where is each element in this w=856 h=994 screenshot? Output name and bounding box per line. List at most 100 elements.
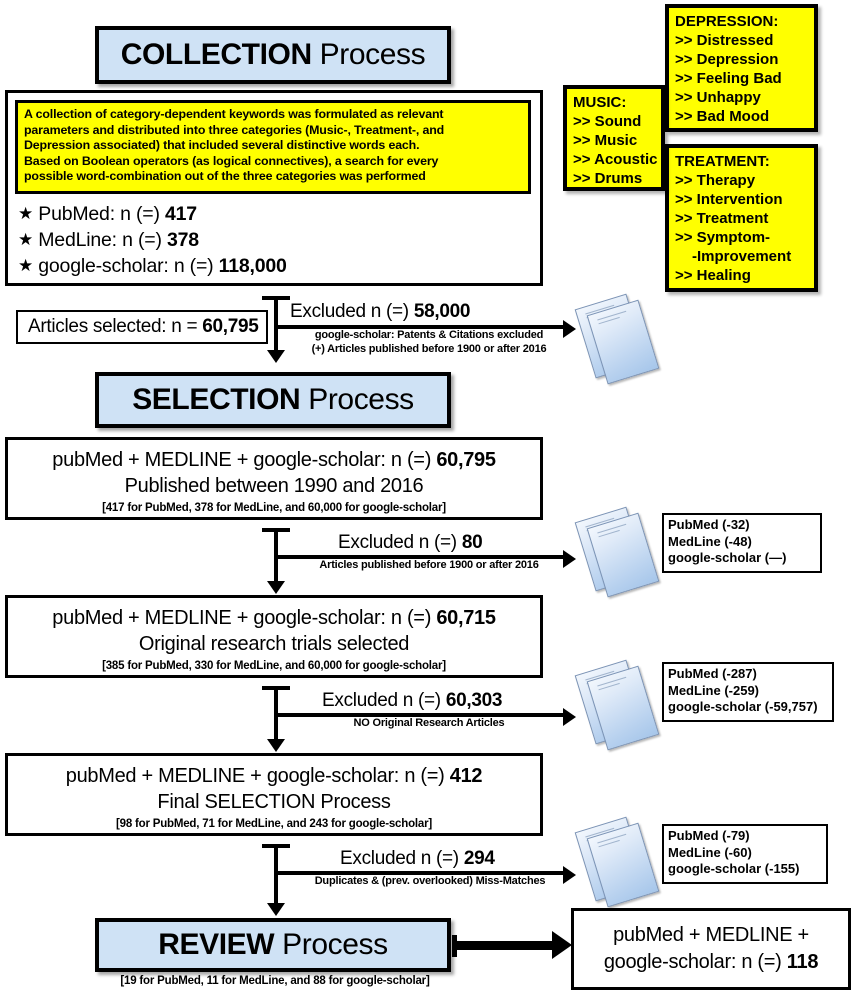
method-line-4: Based on Boolean operators (as logical c…: [24, 153, 439, 168]
collection-banner-strong: COLLECTION: [120, 38, 312, 71]
stage2-line1: pubMed + MEDLINE + google-scholar: n (=)…: [8, 605, 540, 631]
keyword-item: >> Acoustic: [573, 151, 658, 168]
collection-process-banner: COLLECTION Process: [95, 26, 451, 84]
articles-selected-value: 60,795: [202, 316, 259, 337]
keyword-item: >> Therapy: [675, 172, 756, 189]
star-icon: ★: [18, 204, 34, 223]
stage1-line2: Published between 1990 and 2016: [124, 475, 424, 497]
exclusion-note-line: PubMed (-287): [668, 666, 757, 681]
exclusion-value-1: 80: [461, 532, 483, 553]
keyword-item: >> Drums: [573, 170, 643, 187]
collection-banner-rest: Process: [311, 38, 426, 71]
review-banner-text: REVIEW Process: [158, 928, 388, 961]
source-value-pubmed: 417: [165, 203, 197, 225]
keyword-box-treatment: TREATMENT: >> Therapy >> Intervention >>…: [665, 144, 818, 292]
exclusion-note-line: google-scholar (—): [668, 550, 787, 565]
keyword-item: >> Intervention: [675, 191, 783, 208]
exclusion-main-1: Excluded n (=) 80: [338, 532, 483, 554]
keyword-item: >> Music: [573, 132, 638, 149]
star-icon: ★: [18, 230, 34, 249]
exclusion-note-line: MedLine (-48): [668, 533, 752, 549]
source-row-pubmed: ★ PubMed: n (=) 417: [18, 201, 287, 227]
keyword-title-treatment: TREATMENT:: [675, 153, 770, 170]
keyword-item: >> Symptom-: [675, 229, 771, 246]
stage2-line1-label: pubMed + MEDLINE + google-scholar: n (=): [52, 607, 437, 629]
review-banner-strong: REVIEW: [158, 928, 275, 961]
doc-page-lines: [597, 833, 628, 850]
review-subtext: [19 for PubMed, 11 for MedLine, and 88 f…: [120, 975, 430, 987]
keyword-item: >> Feeling Bad: [675, 70, 782, 87]
source-value-google-scholar: 118,000: [218, 255, 287, 277]
source-label-pubmed: PubMed: n (=): [38, 203, 165, 225]
exclusion-sub-line: Articles published before 1900 or after …: [319, 559, 539, 571]
keyword-box-depression: DEPRESSION: >> Distressed >> Depression …: [665, 4, 818, 132]
exclusion-value-0: 58,000: [413, 301, 471, 322]
connector-vline-0: [274, 296, 278, 352]
exclusion-note-box-3: PubMed (-79) MedLine (-60) google-schola…: [662, 824, 828, 884]
exclusion-note-box-1: PubMed (-32) MedLine (-48) google-schola…: [662, 513, 822, 573]
keyword-item: >> Healing: [675, 267, 751, 284]
connector-arrowhead-1: [267, 581, 285, 594]
exclusion-note-line: google-scholar (-59,757): [668, 699, 818, 714]
stage2-line3: [385 for PubMed, 330 for MedLine, and 60…: [102, 660, 446, 672]
exclusion-note-box-2: PubMed (-287) MedLine (-259) google-scho…: [662, 662, 834, 722]
stage2-line1-value: 60,715: [436, 607, 496, 629]
method-line-2: parameters and distributed into three ca…: [24, 122, 445, 137]
stage3-line1-label: pubMed + MEDLINE + google-scholar: n (=): [65, 765, 450, 787]
exclusion-label-0: Excluded n (=): [290, 301, 414, 322]
source-value-medline: 378: [166, 229, 199, 251]
exclusion-sub-0: google-scholar: Patents & Citations excl…: [288, 329, 570, 356]
keyword-title-music: MUSIC:: [573, 94, 627, 111]
articles-selected-label: Articles selected: n =: [28, 316, 203, 337]
exclusion-sub-3: Duplicates & (prev. overlooked) Miss-Mat…: [286, 875, 574, 889]
exclusion-label-3: Excluded n (=): [340, 848, 464, 869]
keyword-item: >> Bad Mood: [675, 108, 770, 125]
keyword-item: >> Treatment: [675, 210, 769, 227]
collection-banner-text: COLLECTION Process: [121, 40, 426, 70]
exclusion-main-0: Excluded n (=) 58,000: [290, 301, 470, 323]
connector-arrowhead-0: [267, 350, 285, 363]
connector-arrowhead-2: [267, 739, 285, 752]
keyword-item: -Improvement: [692, 248, 792, 265]
keyword-title-depression: DEPRESSION:: [675, 13, 779, 30]
connector-arrowhead-3: [267, 903, 285, 916]
stage1-line1-value: 60,795: [436, 449, 496, 471]
exclusion-note-line: PubMed (-32): [668, 517, 750, 532]
articles-selected-box: Articles selected: n = 60,795: [16, 310, 268, 344]
final-result-label: google-scholar: n (=): [603, 951, 787, 973]
keyword-item: >> Sound: [573, 113, 642, 130]
stage3-line1-value: 412: [449, 765, 483, 787]
stage3-line3: [98 for PubMed, 71 for MedLine, and 243 …: [116, 818, 432, 830]
review-arrow-line: [455, 941, 555, 950]
final-result-box: pubMed + MEDLINE + google-scholar: n (=)…: [571, 908, 851, 990]
method-line-1: A collection of category-dependent keywo…: [24, 107, 444, 121]
doc-page-lines: [597, 676, 628, 693]
keyword-box-music: MUSIC: >> Sound >> Music >> Acoustic >> …: [563, 85, 665, 191]
selection-stage-box-1: pubMed + MEDLINE + google-scholar: n (=)…: [5, 437, 543, 520]
exclusion-sub-2: NO Original Research Articles: [288, 717, 570, 731]
exclusion-value-3: 294: [463, 848, 495, 869]
exclusion-value-2: 60,303: [445, 690, 503, 711]
exclusion-note-line: MedLine (-259): [668, 682, 760, 698]
keyword-item: >> Depression: [675, 51, 779, 68]
selection-banner-text: SELECTION Process: [132, 385, 414, 415]
method-line-5: possible word-combination out of the thr…: [24, 169, 426, 184]
exclusion-sub-line: google-scholar: Patents & Citations excl…: [314, 329, 544, 341]
method-line-3: Depression associated) that included sev…: [24, 138, 420, 153]
stage1-line1-label: pubMed + MEDLINE + google-scholar: n (=): [52, 449, 437, 471]
exclusion-note-line: PubMed (-79): [668, 828, 750, 843]
review-arrowhead: [552, 931, 572, 959]
source-label-google-scholar: google-scholar: n (=): [38, 255, 219, 277]
collection-box: A collection of category-dependent keywo…: [5, 90, 543, 286]
exclusion-sub-line: Duplicates & (prev. overlooked) Miss-Mat…: [314, 875, 546, 887]
exclusion-sub-1: Articles published before 1900 or after …: [288, 559, 570, 573]
connector-vline-3: [274, 844, 278, 911]
stage1-line3: [417 for PubMed, 378 for MedLine, and 60…: [102, 502, 446, 514]
source-counts-list: ★ PubMed: n (=) 417 ★ MedLine: n (=) 378…: [18, 201, 287, 279]
method-description-box: A collection of category-dependent keywo…: [15, 100, 531, 194]
keyword-item: >> Unhappy: [675, 89, 761, 106]
final-result-value: 118: [786, 951, 819, 973]
stage2-line2: Original research trials selected: [138, 633, 410, 655]
exclusion-label-1: Excluded n (=): [338, 532, 462, 553]
keyword-item: >> Distressed: [675, 32, 774, 49]
